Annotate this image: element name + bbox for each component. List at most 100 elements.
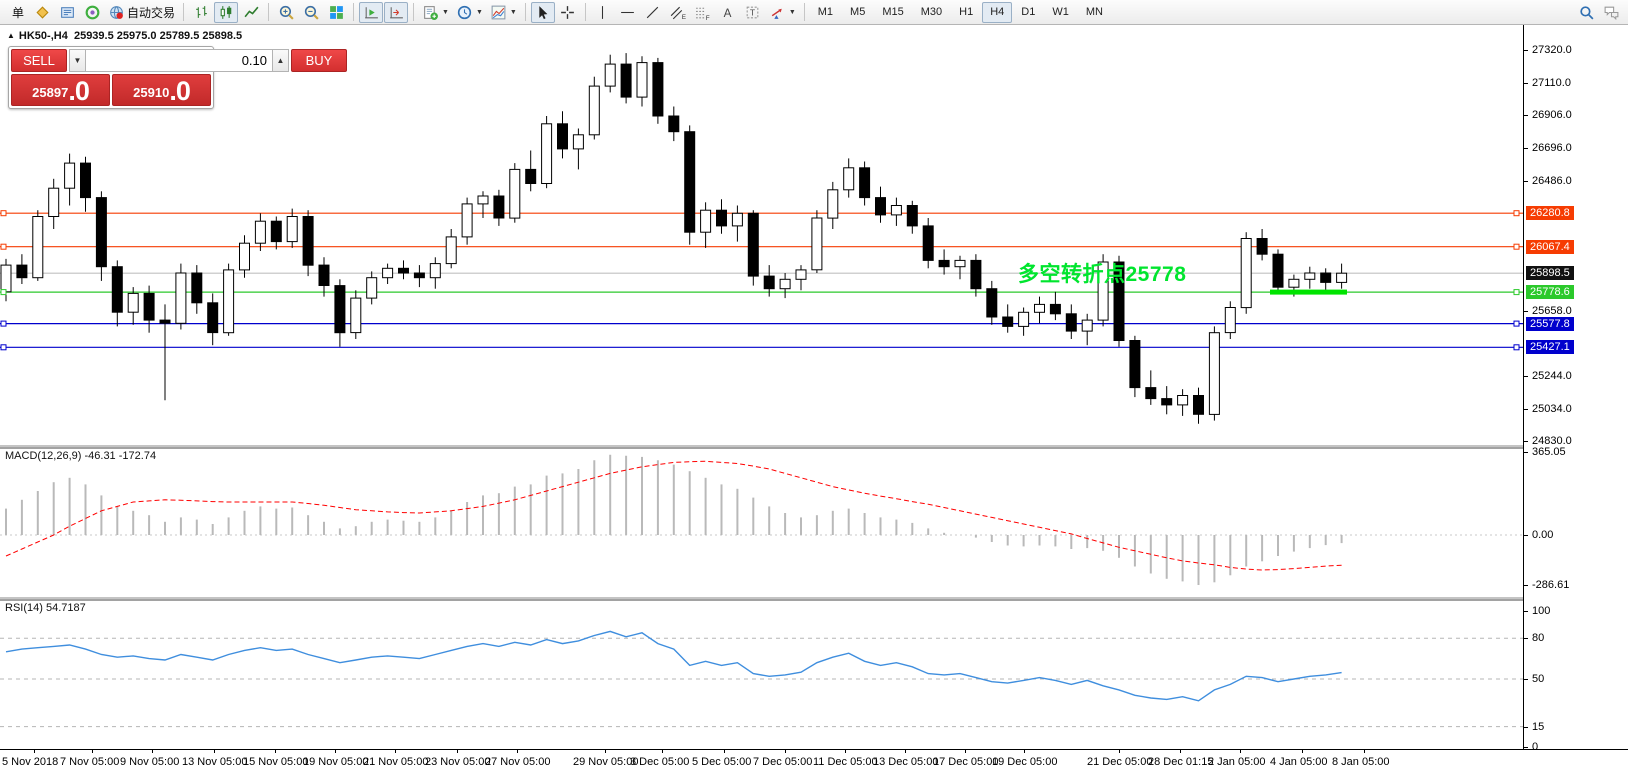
line-handle[interactable] [1514, 345, 1519, 350]
time-tick [1119, 750, 1120, 753]
zoom-in-button[interactable] [274, 2, 298, 23]
equidistant-channel-tool-button[interactable]: E [666, 2, 690, 23]
chart-title: ▲HK50-,H4 25939.5 25975.0 25789.5 25898.… [7, 30, 242, 42]
fibo-icon: F [694, 4, 711, 21]
autotrading-icon [108, 4, 125, 21]
line-chart-button[interactable] [239, 2, 263, 23]
svg-text:F: F [706, 14, 710, 20]
timeframe-w1-button[interactable]: W1 [1044, 2, 1077, 23]
text-label-tool-button[interactable]: T [741, 2, 765, 23]
fibonacci-tool-button[interactable]: F [691, 2, 715, 23]
price-chart-canvas[interactable] [0, 25, 1523, 749]
vline-icon [594, 4, 611, 21]
indicators-button[interactable]: ▼ [487, 2, 520, 23]
timeframe-m5-button[interactable]: M5 [842, 2, 873, 23]
dropdown-arrow-icon: ▼ [476, 9, 483, 16]
cursor-tool-button[interactable] [531, 2, 555, 23]
line-handle[interactable] [1514, 321, 1519, 326]
price-tick-label: 27110.0 [1532, 76, 1571, 90]
zoomOut-icon [303, 4, 320, 21]
zoom-out-button[interactable] [299, 2, 323, 23]
volume-input[interactable] [86, 49, 272, 72]
trendline-tool-button[interactable] [641, 2, 665, 23]
buy-price-button[interactable]: 25910.0 [112, 74, 211, 106]
candlestick-chart-button[interactable] [214, 2, 238, 23]
chart-shift-button[interactable] [384, 2, 408, 23]
text-tool-button[interactable]: A [716, 2, 740, 23]
timeframe-d1-button[interactable]: D1 [1013, 2, 1043, 23]
volume-control: ▼ ▲ [69, 49, 289, 72]
time-tick [905, 750, 906, 753]
macd-tick [1524, 452, 1528, 453]
price-tick-label: 25034.0 [1532, 402, 1572, 416]
auto-scroll-button[interactable] [359, 2, 383, 23]
time-tick [214, 750, 215, 753]
line-handle[interactable] [1, 211, 6, 216]
line-handle[interactable] [1, 244, 6, 249]
toolbar-separator [353, 3, 354, 21]
collapse-triangle-icon[interactable]: ▲ [7, 31, 15, 40]
crosshair-tool-button[interactable] [556, 2, 580, 23]
green-trend-segment[interactable] [1270, 290, 1347, 295]
line-handle[interactable] [1514, 211, 1519, 216]
timeframe-mn-button[interactable]: MN [1078, 2, 1111, 23]
time-tick-label: 8 Jan 05:00 [1332, 756, 1390, 768]
sell-price-button[interactable]: 25897.0 [11, 74, 110, 106]
time-tick-label: 11 Dec 05:00 [813, 756, 878, 768]
volume-increase-button[interactable]: ▲ [272, 49, 289, 72]
time-tick [335, 750, 336, 753]
chat-button[interactable] [1599, 2, 1623, 23]
pivot-annotation-text: 多空转折点25778 [1018, 258, 1186, 288]
time-tick-label: 23 Nov 05:00 [425, 756, 490, 768]
timeframe-m1-button[interactable]: M1 [810, 2, 841, 23]
new-order-button[interactable] [30, 2, 54, 23]
navigator-button[interactable] [80, 2, 104, 23]
bar-chart-button[interactable] [189, 2, 213, 23]
line-handle[interactable] [1514, 244, 1519, 249]
sell-button[interactable]: SELL [11, 49, 67, 72]
arrow-objects-button[interactable]: ▼ [766, 2, 799, 23]
time-tick [1302, 750, 1303, 753]
timeframe-m30-button[interactable]: M30 [913, 2, 950, 23]
rsi-tick-label: 50 [1532, 672, 1544, 686]
line-handle[interactable] [1, 290, 6, 295]
lineChart-icon [243, 4, 260, 21]
price-tick [1524, 148, 1528, 149]
new-chart-button[interactable]: ▼ [419, 2, 452, 23]
timeframe-h1-button[interactable]: H1 [951, 2, 981, 23]
tile-windows-button[interactable] [324, 2, 348, 23]
time-tick-label: 19 Dec 05:00 [992, 756, 1057, 768]
timeframe-m15-button[interactable]: M15 [874, 2, 911, 23]
price-tick [1524, 83, 1528, 84]
line-handle[interactable] [1, 345, 6, 350]
buy-button[interactable]: BUY [291, 49, 347, 72]
time-tick [785, 750, 786, 753]
newChart-icon [422, 4, 439, 21]
search-button[interactable] [1574, 2, 1598, 23]
macd-name: MACD(12,26,9) [5, 450, 81, 462]
arrows-icon [769, 4, 786, 21]
tile-icon [328, 4, 345, 21]
toolbar-separator [525, 3, 526, 21]
periods-button[interactable]: ▼ [453, 2, 486, 23]
dropdown-arrow-icon: ▼ [442, 9, 449, 16]
textA-icon: A [719, 4, 736, 21]
price-tick [1524, 409, 1528, 410]
buy-price-pips: .0 [169, 79, 190, 104]
price-tick-label: 25658.0 [1532, 304, 1572, 318]
horizontal-line-tool-button[interactable] [616, 2, 640, 23]
timeframe-h4-button[interactable]: H4 [982, 2, 1012, 23]
vertical-line-tool-button[interactable] [591, 2, 615, 23]
line-handle[interactable] [1, 321, 6, 326]
orders-button[interactable]: 单 [5, 2, 29, 23]
volume-decrease-button[interactable]: ▼ [69, 49, 86, 72]
macd-value: -46.31 [84, 450, 115, 462]
ohlc-values: 25939.5 25975.0 25789.5 25898.5 [74, 30, 242, 42]
autotrading-button[interactable]: 自动交易 [105, 2, 178, 23]
cursor-icon [534, 4, 551, 21]
market-watch-button[interactable] [55, 2, 79, 23]
line-handle[interactable] [1514, 290, 1519, 295]
zoomIn-icon [278, 4, 295, 21]
time-tick [1240, 750, 1241, 753]
trading-terminal-window: 单自动交易▼▼▼EFAT▼M1M5M15M30H1H4D1W1MN 27320.… [0, 0, 1628, 774]
